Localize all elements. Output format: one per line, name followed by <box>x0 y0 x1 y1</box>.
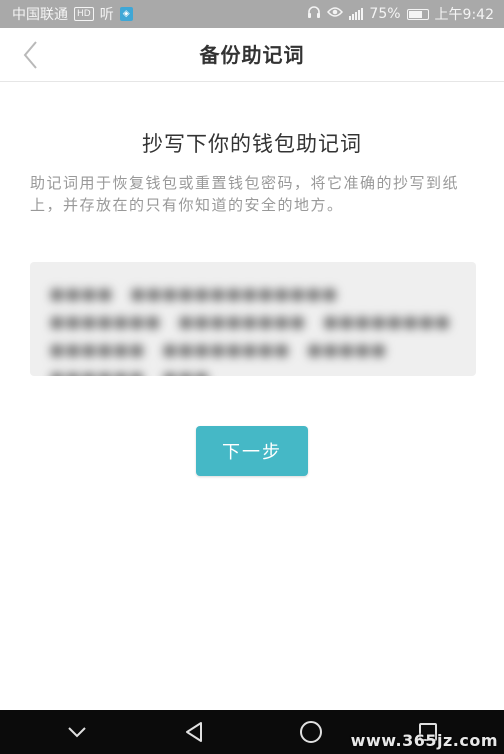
watermark: www.365jz.com <box>350 731 498 750</box>
headphone-icon <box>307 5 321 23</box>
app-header: 备份助记词 <box>0 28 504 82</box>
next-step-button[interactable]: 下一步 <box>196 426 308 476</box>
status-right: 75% 上午9:42 <box>307 4 494 24</box>
status-time: 上午9:42 <box>434 7 494 23</box>
system-navigation-bar: www.365jz.com <box>0 710 504 754</box>
battery-icon <box>406 8 429 20</box>
page-title: 备份助记词 <box>199 43 305 67</box>
battery-level <box>408 10 422 18</box>
battery-percent: 75% <box>369 6 401 22</box>
status-bar: 中国联通 HD 听 ◈ 75% 上午9:42 <box>0 0 504 28</box>
instruction-text: 助记词用于恢复钱包或重置钱包密码，将它准确的抄写到纸上，并存放在的只有你知道的安… <box>30 174 460 214</box>
mnemonic-display: ●●●● ●●●●●●●●●●●●● ●●●●●●● ●●●●●●●● ●●●●… <box>30 262 476 376</box>
nav-down-button[interactable] <box>57 712 97 752</box>
mnemonic-words: ●●●● ●●●●●●●●●●●●● ●●●●●●● ●●●●●●●● ●●●●… <box>50 284 452 376</box>
eye-icon <box>327 6 344 22</box>
carrier-hd-icon: HD <box>74 7 94 21</box>
listen-label: 听 <box>99 7 114 23</box>
nav-home-icon <box>299 721 322 743</box>
nav-back-icon <box>185 722 202 742</box>
signal-icon <box>349 8 364 20</box>
nav-home-button[interactable] <box>291 712 331 752</box>
status-left: 中国联通 HD 听 ◈ <box>12 4 133 24</box>
section-heading: 抄写下你的钱包助记词 <box>142 132 362 156</box>
carrier-label: 中国联通 <box>12 7 68 23</box>
app-notification-icon: ◈ <box>119 7 133 21</box>
nav-down-icon <box>67 727 86 738</box>
nav-back-button[interactable] <box>174 712 214 752</box>
